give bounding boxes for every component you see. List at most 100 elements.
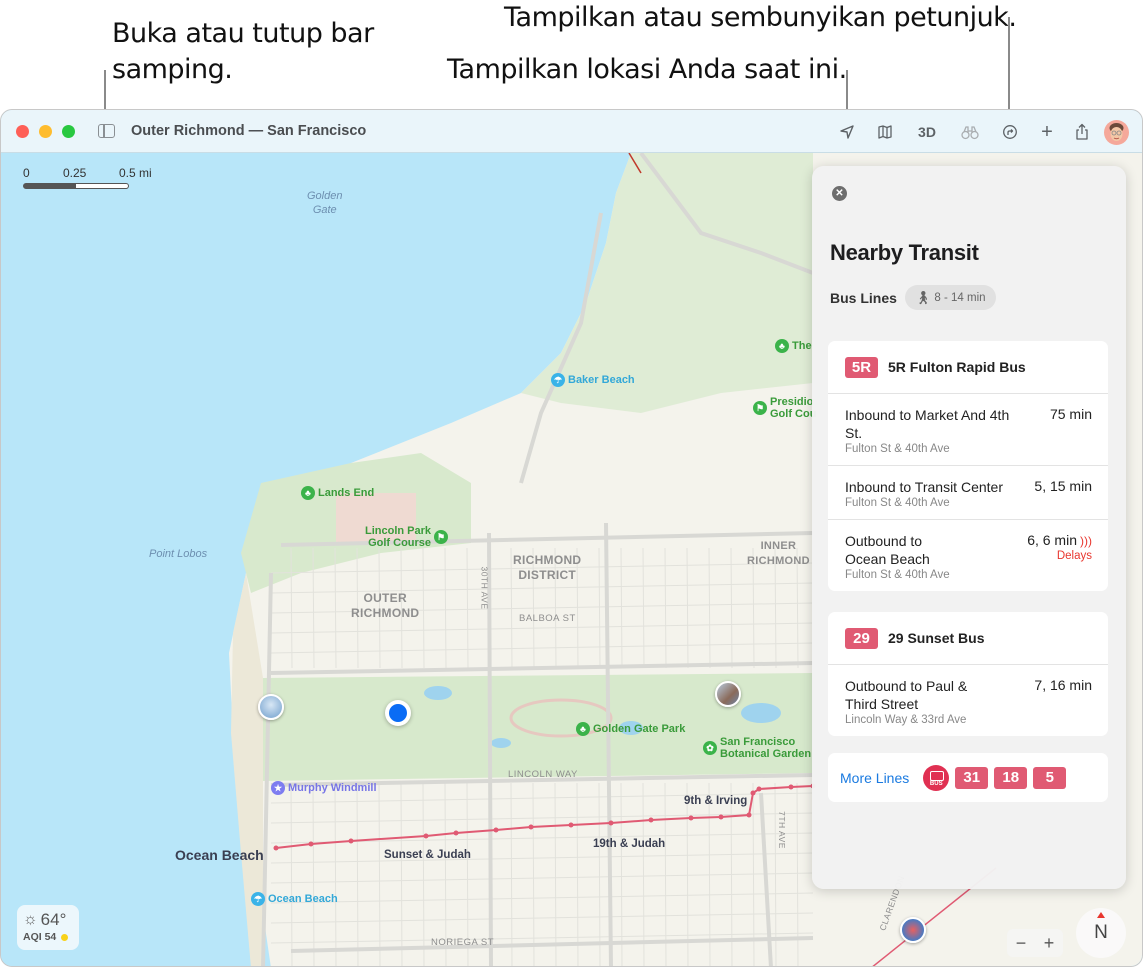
place-label-block: Lincoln Park Golf Course (365, 525, 431, 549)
transit-stop-dot (568, 822, 574, 828)
map-icon[interactable] (875, 120, 895, 144)
plus-icon[interactable]: + (1037, 120, 1057, 144)
zoom-in-button[interactable]: + (1044, 933, 1055, 954)
place-presidio-golf[interactable]: ⚑ Presidio Golf Cou (753, 396, 816, 420)
walking-person-icon: 🚶︎ (914, 289, 932, 305)
nearby-transit-panel: ✕ Nearby Transit Bus Lines 🚶︎ 8 - 14 min… (812, 166, 1126, 889)
aqi-value: AQI 54 (23, 931, 57, 943)
zoom-controls: − + (1007, 929, 1063, 957)
place-murphy-windmill[interactable]: ★ Murphy Windmill (271, 781, 377, 795)
close-panel-button[interactable]: ✕ (832, 186, 847, 201)
district-line1: INNER (760, 540, 797, 552)
binoculars-icon[interactable] (959, 120, 981, 144)
route-name: 29 Sunset Bus (888, 630, 985, 646)
callout-sidebar: Buka atau tutup bar samping. (112, 16, 374, 88)
trip-row[interactable]: Inbound to Transit Center Fulton St & 40… (828, 466, 1108, 520)
walk-time-pill: 🚶︎ 8 - 14 min (904, 285, 996, 310)
district-inner-richmond: INNER RICHMOND (747, 539, 810, 569)
place-golden-gate-park[interactable]: ♣ Golden Gate Park (576, 722, 685, 736)
close-window-button[interactable] (16, 125, 29, 138)
share-icon[interactable] (1072, 120, 1092, 144)
route-badge: 5R (845, 356, 878, 378)
scale-bar: 0 0.25 0.5 mi (23, 166, 163, 189)
zoom-window-button[interactable] (62, 125, 75, 138)
transit-stop-dot (423, 833, 429, 839)
trip-row[interactable]: Outbound to Paul & Third Street Lincoln … (828, 665, 1108, 736)
district-line2: RICHMOND (747, 555, 810, 567)
transit-stop-dot (756, 786, 762, 792)
trip-time: 6, 6 min (1027, 532, 1077, 548)
park-icon: ♣ (576, 722, 590, 736)
place-botanical-garden[interactable]: ✿ San Francisco Botanical Garden (703, 736, 811, 760)
trip-time-block: 6, 6 min))) Delays (1027, 532, 1092, 562)
transit-stop-dot (308, 841, 314, 847)
panel-title: Nearby Transit (830, 240, 979, 265)
transit-stop-dot (746, 812, 752, 818)
current-location-dot[interactable] (385, 700, 411, 726)
more-lines-link[interactable]: More Lines (840, 770, 909, 786)
route-badge-31[interactable]: 31 (955, 766, 989, 789)
zoom-out-button[interactable]: − (1016, 933, 1027, 954)
sidebar-toggle-icon[interactable] (98, 124, 115, 138)
window-title: Outer Richmond — San Francisco (131, 123, 367, 139)
trip-destination: Inbound to Transit Center (845, 479, 1003, 495)
trip-row[interactable]: Outbound to Ocean Beach Fulton St & 40th… (828, 520, 1108, 591)
street-noriega: NORIEGA ST (431, 937, 495, 948)
beach-icon: ☂ (551, 373, 565, 387)
golf-icon: ⚑ (753, 401, 767, 415)
transit-stop-dot (608, 820, 614, 826)
place-label-block: Presidio Golf Cou (770, 396, 816, 420)
street-30th-ave: 30TH AVE (479, 566, 490, 610)
place-label: Golden Gate Park (593, 723, 686, 735)
place-the[interactable]: ♣ The (775, 339, 812, 353)
place-baker-beach[interactable]: ☂ Baker Beach (551, 373, 635, 387)
scale-label-0: 0 (23, 166, 30, 180)
place-label-line2: Golf Cou (770, 408, 817, 420)
trip-time: 7, 16 min (1034, 677, 1092, 693)
water-label-line2: Gate (312, 204, 337, 216)
trip-stop: Fulton St & 40th Ave (845, 497, 950, 509)
compass-button[interactable]: N (1076, 908, 1126, 958)
place-lincoln-park[interactable]: Lincoln Park Golf Course ⚑ (365, 525, 449, 549)
place-ocean-beach-area[interactable]: Ocean Beach (175, 847, 264, 863)
bridge-landmark-icon[interactable] (900, 917, 926, 943)
weather-aqi-row: AQI 54 (23, 931, 73, 943)
delay-status: Delays (1056, 550, 1092, 562)
tower-landmark-icon[interactable] (715, 681, 741, 707)
trip-stop: Fulton St & 40th Ave (845, 443, 950, 455)
weather-temperature: 64° (40, 910, 67, 929)
windmill-landmark-icon[interactable] (258, 694, 284, 720)
callout-line-sidebar (104, 70, 106, 112)
trip-row[interactable]: Inbound to Market And 4th St. Fulton St … (828, 394, 1108, 466)
route-header[interactable]: 29 29 Sunset Bus (828, 612, 1108, 665)
park-icon: ♣ (301, 486, 315, 500)
compass-north-label: N (1094, 922, 1108, 943)
route-card-29[interactable]: 29 29 Sunset Bus Outbound to Paul & Thir… (828, 612, 1108, 736)
place-label-line1: Lincoln Park (365, 525, 432, 537)
panel-subtitle-row: Bus Lines 🚶︎ 8 - 14 min (830, 285, 996, 310)
panel-subtitle: Bus Lines (830, 289, 897, 306)
titlebar: Outer Richmond — San Francisco 3D + (1, 110, 1142, 153)
district-line1: OUTER (363, 591, 407, 605)
weather-widget[interactable]: ☼ 64° AQI 54 (17, 905, 79, 950)
user-avatar[interactable] (1104, 120, 1129, 145)
transit-stop-19th-judah[interactable]: 19th & Judah (593, 838, 665, 850)
place-ocean-beach[interactable]: ☂ Ocean Beach (251, 892, 338, 906)
place-lands-end[interactable]: ♣ Lands End (301, 486, 374, 500)
place-label: The (792, 340, 812, 352)
transit-stop-dot (493, 827, 499, 833)
route-badge-5[interactable]: 5 (1033, 766, 1067, 789)
route-header[interactable]: 5R 5R Fulton Rapid Bus (828, 341, 1108, 394)
place-label-line2: Golf Course (368, 537, 432, 549)
minimize-window-button[interactable] (39, 125, 52, 138)
route-badge-18[interactable]: 18 (994, 766, 1028, 789)
transit-stop-9th-irving[interactable]: 9th & Irving (684, 795, 747, 807)
place-label-line1: San Francisco (720, 736, 796, 748)
directions-icon[interactable] (1000, 120, 1020, 144)
scale-label-2: 0.5 mi (119, 166, 152, 180)
location-arrow-icon[interactable] (837, 120, 857, 144)
place-label: Murphy Windmill (288, 782, 377, 794)
route-card-5r[interactable]: 5R 5R Fulton Rapid Bus Inbound to Market… (828, 341, 1108, 591)
3d-button[interactable]: 3D (915, 120, 939, 144)
transit-stop-sunset-judah[interactable]: Sunset & Judah (384, 849, 471, 861)
